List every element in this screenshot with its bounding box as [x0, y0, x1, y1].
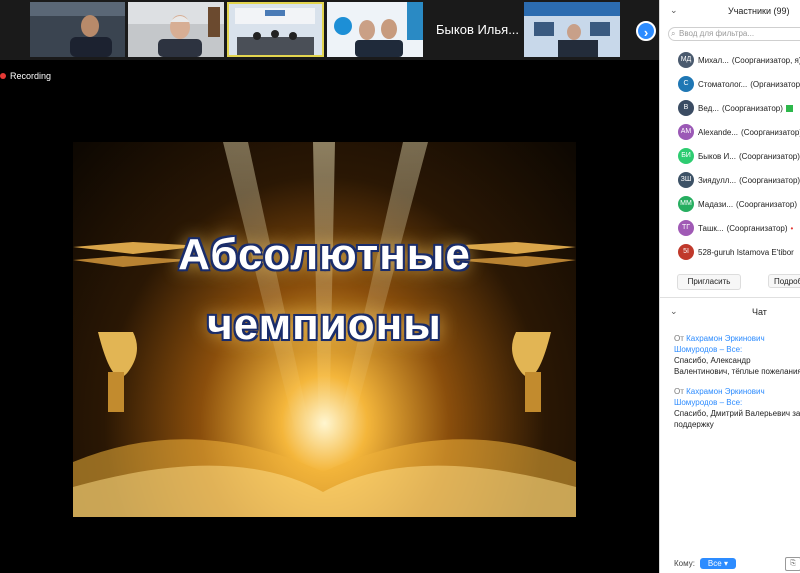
video-tile-1[interactable] — [30, 2, 125, 57]
to-label: Кому: — [674, 559, 695, 568]
participant-row[interactable]: 5I 528-guruh Istamova E'tibor — [660, 240, 800, 264]
avatar: 5I — [678, 244, 694, 260]
avatar: МД — [678, 52, 694, 68]
participant-name: Быков И... — [698, 151, 736, 161]
search-icon: ⌕ — [671, 29, 676, 38]
participants-title: Участники (99) — [728, 6, 790, 16]
participant-row[interactable]: С Стоматолог... (Организатор) — [660, 72, 800, 96]
recording-label: Recording — [10, 71, 52, 81]
participant-row[interactable]: МД Михал... (Соорганизатор, я) — [660, 48, 800, 72]
record-dot-icon — [0, 73, 6, 79]
participant-row[interactable]: ТГ Ташк... (Соорганизатор) • — [660, 216, 800, 240]
next-page-button[interactable]: › — [636, 21, 656, 41]
participant-name: 528-guruh Istamova E'tibor — [698, 247, 794, 257]
chat-from-label: От — [674, 334, 684, 343]
recipient-select[interactable]: Все ▾ — [699, 558, 736, 569]
chevron-down-icon[interactable]: ⌄ — [670, 5, 678, 16]
avatar: БИ — [678, 148, 694, 164]
video-tile-4-image — [327, 2, 423, 57]
chat-message: От Кахрамон Эркинович Шомуродов – Все: С… — [674, 333, 800, 377]
participant-name: Зиядулл... — [698, 175, 737, 185]
participant-role: (Соорганизатор, я) — [731, 55, 800, 65]
shared-title-line2: чемпионы — [207, 300, 442, 349]
participant-role: (Соорганизатор) — [738, 151, 800, 161]
video-tile-name[interactable]: Быков Илья... — [436, 22, 519, 37]
video-tile-6-image — [524, 2, 620, 57]
participants-header[interactable]: ⌄ Участники (99) — [660, 0, 800, 22]
participant-list: МД Михал... (Соорганизатор, я) С Стоматолог.… — [660, 48, 800, 264]
participant-role: (Соорганизатор) — [741, 127, 800, 137]
video-tile-3-active-speaker[interactable] — [227, 2, 324, 57]
recipient-value: Все — [707, 559, 722, 568]
chat-recipient-bar: Кому: Все ▾ — [674, 558, 736, 569]
more-button[interactable]: Подроб — [768, 274, 800, 288]
participant-role: (Соорганизатор) — [726, 223, 788, 233]
video-tile-2[interactable] — [128, 2, 224, 57]
chat-sender[interactable]: Кахрамон Эркинович Шомуродов – Все: — [674, 334, 765, 354]
video-area: Быков Илья... › Recording Абсолютные чем… — [0, 0, 659, 573]
participant-name: Стоматолог... — [698, 79, 748, 89]
video-tile-6[interactable] — [524, 2, 620, 57]
chat-sender[interactable]: Кахрамон Эркинович Шомуродов – Все: — [674, 387, 765, 407]
participant-role: (Соорганизатор) — [721, 103, 783, 113]
participant-name: Вед... — [698, 103, 719, 113]
chevron-down-icon[interactable]: ⌄ — [670, 306, 678, 317]
video-tile-3-image — [227, 2, 324, 57]
participant-search-input[interactable]: ⌕ Ввод для фильтра... — [668, 27, 800, 41]
participant-name: Ташк... — [698, 223, 724, 233]
chat-message: От Кахрамон Эркинович Шомуродов – Все: С… — [674, 386, 800, 430]
participant-row[interactable]: ММ Мадази... (Соорганизатор) — [660, 192, 800, 216]
shared-title-line1: Абсолютные — [178, 230, 471, 279]
participant-name: Мадази... — [698, 199, 734, 209]
file-icon[interactable]: ⎘ — [785, 557, 800, 571]
search-placeholder: Ввод для фильтра... — [679, 29, 755, 38]
side-panel: ⌄ Участники (99) ⌕ Ввод для фильтра... М… — [659, 0, 800, 573]
avatar: В — [678, 100, 694, 116]
participant-role: (Соорганизатор) — [739, 175, 800, 185]
panel-divider — [660, 297, 800, 298]
video-tile-1-image — [30, 2, 125, 57]
participant-name: Alexande... — [698, 127, 739, 137]
chevron-right-icon: › — [643, 25, 649, 40]
avatar: С — [678, 76, 694, 92]
avatar: ТГ — [678, 220, 694, 236]
recording-indicator: Recording — [0, 71, 51, 81]
chat-from-label: От — [674, 387, 684, 396]
chat-header[interactable]: ⌄ Чат — [660, 300, 800, 322]
chat-title: Чат — [752, 307, 767, 317]
participant-row[interactable]: ЗШ Зиядулл... (Соорганизатор) — [660, 168, 800, 192]
avatar: AM — [678, 124, 694, 140]
video-tile-4[interactable] — [327, 2, 423, 57]
participant-name: Михал... — [698, 55, 729, 65]
avatar: ЗШ — [678, 172, 694, 188]
video-tile-2-image — [128, 2, 224, 57]
chat-text: Спасибо, Александр Валентинович, тёплые … — [674, 356, 800, 376]
participant-role: (Организатор) — [750, 79, 800, 89]
participant-role: (Соорганизатор) — [736, 199, 797, 209]
participant-row[interactable]: В Вед... (Соорганизатор) — [660, 96, 800, 120]
shared-screen: Абсолютные чемпионы — [73, 142, 576, 517]
participant-row[interactable]: БИ Быков И... (Соорганизатор) — [660, 144, 800, 168]
video-on-icon — [785, 104, 793, 112]
participant-row[interactable]: AM Alexande... (Соорганизатор) — [660, 120, 800, 144]
mic-muted-icon: • — [790, 223, 794, 233]
video-thumbnail-strip: Быков Илья... › — [0, 0, 659, 60]
chat-text: Спасибо, Дмитрий Валерьевич за поддержку — [674, 409, 800, 429]
avatar: ММ — [678, 196, 694, 212]
invite-button[interactable]: Пригласить — [677, 274, 741, 290]
